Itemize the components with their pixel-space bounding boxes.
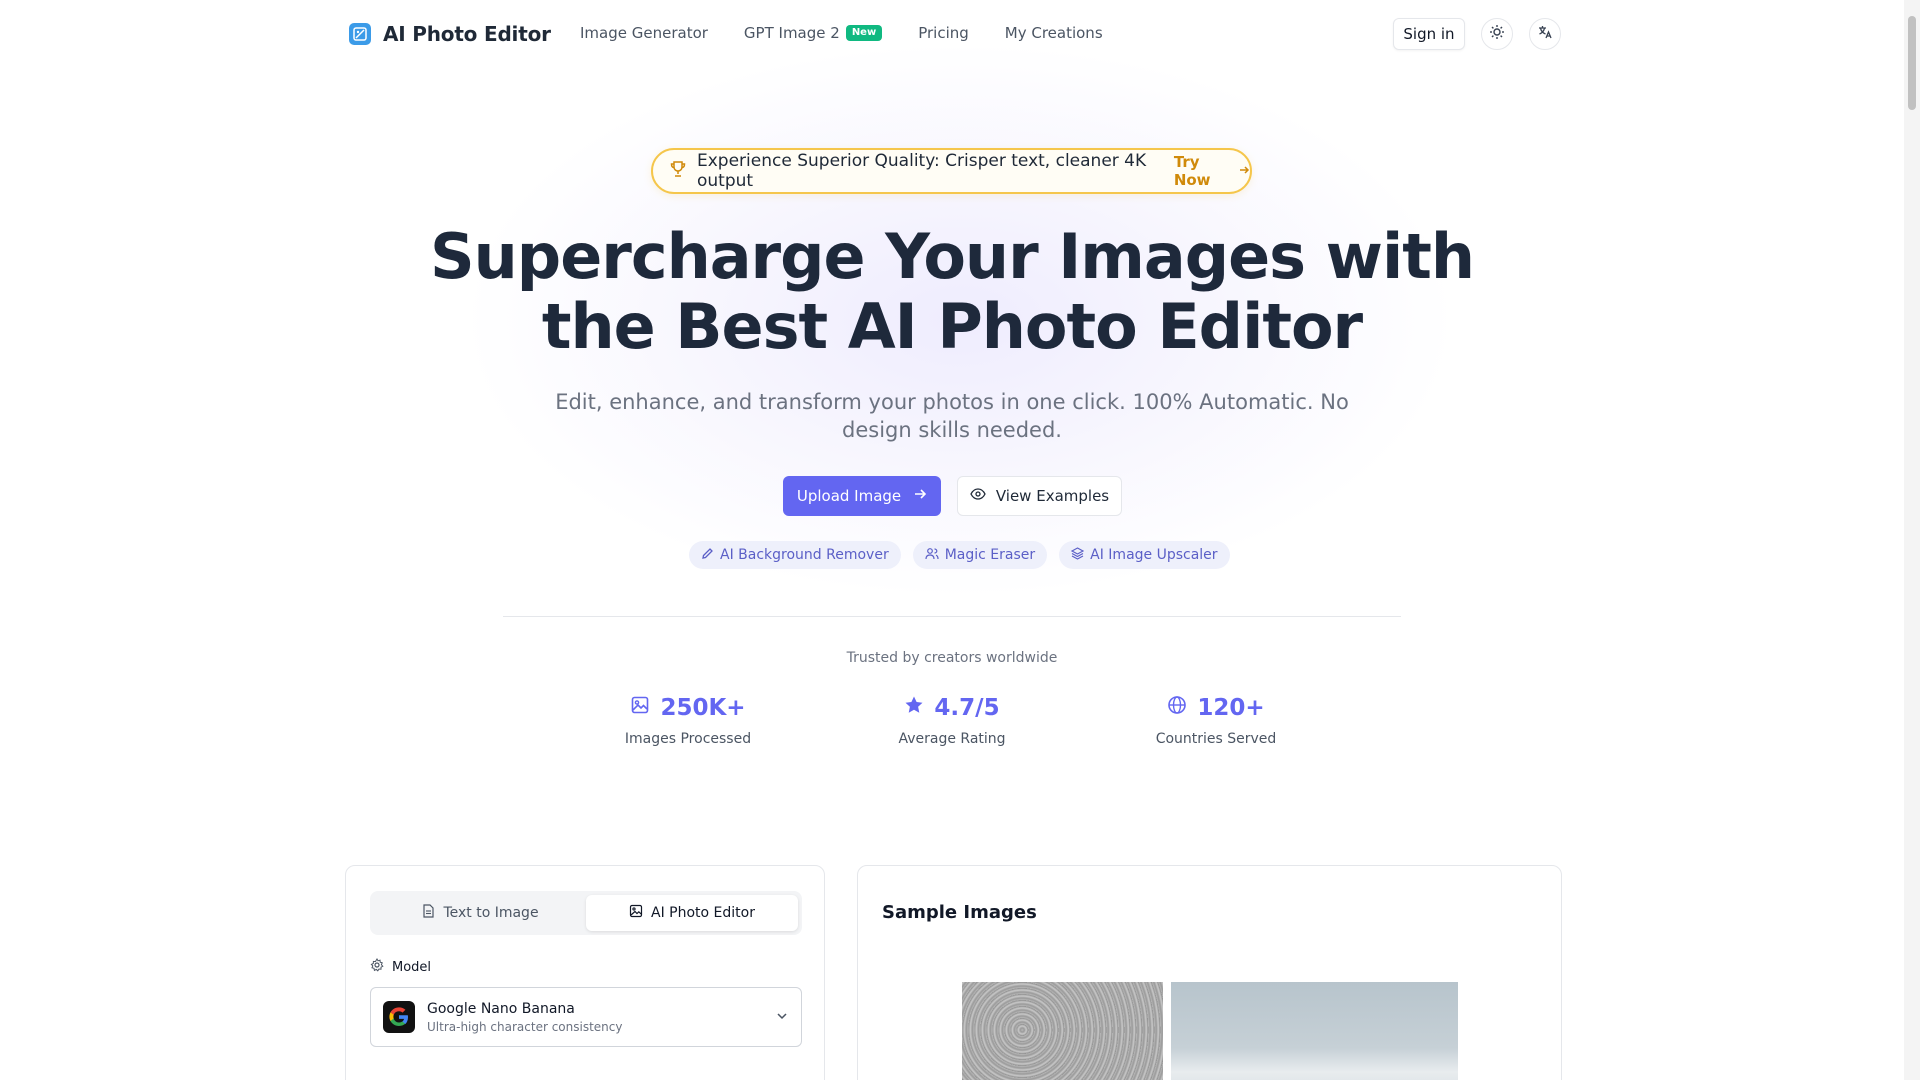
brand-logo[interactable]: AI Photo Editor: [349, 22, 551, 46]
model-text: Google Nano Banana Ultra-high character …: [427, 1001, 622, 1034]
chip-background-remover[interactable]: AI Background Remover: [689, 541, 901, 569]
nav-gpt-image-2[interactable]: GPT Image 2 New: [743, 24, 883, 42]
section-divider: [503, 616, 1401, 617]
eye-icon: [970, 486, 986, 506]
trophy-icon: [669, 160, 687, 182]
stat-value: 120+: [1197, 695, 1265, 721]
model-label: Model: [370, 958, 431, 976]
stat-label: Images Processed: [624, 731, 752, 747]
new-badge: New: [845, 25, 883, 41]
view-examples-label: View Examples: [995, 487, 1110, 505]
image-icon: [629, 904, 643, 922]
layers-icon: [1070, 546, 1085, 564]
top-nav: AI Photo Editor Image Generator GPT Imag…: [0, 0, 1904, 68]
chevron-down-icon: [775, 1008, 789, 1027]
pencil-icon: [701, 547, 714, 564]
sample-images-title: Sample Images: [882, 902, 1037, 923]
tab-text-to-image[interactable]: Text to Image: [374, 895, 586, 931]
stat-label: Average Rating: [898, 731, 1006, 747]
tab-ai-photo-editor[interactable]: AI Photo Editor: [586, 895, 798, 931]
stat-value: 250K+: [660, 695, 746, 721]
stat-countries-served: 120+ Countries Served: [1096, 695, 1336, 747]
model-label-text: Model: [392, 959, 432, 975]
sample-image-texture[interactable]: [962, 982, 1163, 1080]
editor-panel: Text to Image AI Photo Editor Model Goog…: [345, 865, 825, 1080]
translate-icon: [1537, 24, 1553, 44]
tab-label: AI Photo Editor: [651, 905, 755, 921]
stat-images-processed: 250K+ Images Processed: [568, 695, 808, 747]
nav-link-label: Pricing: [918, 24, 969, 42]
tab-label: Text to Image: [443, 905, 539, 921]
promo-banner[interactable]: Experience Superior Quality: Crisper tex…: [651, 148, 1252, 194]
hero-title: Supercharge Your Images with the Best AI…: [400, 222, 1504, 362]
chip-image-upscaler[interactable]: AI Image Upscaler: [1059, 541, 1230, 569]
brand-name: AI Photo Editor: [383, 22, 551, 46]
nav-link-label: My Creations: [1004, 24, 1103, 42]
sample-images-panel: Sample Images: [857, 865, 1562, 1080]
hero-title-line2: the Best AI Photo Editor: [541, 290, 1363, 363]
star-icon: [904, 695, 924, 721]
stat-label: Countries Served: [1155, 731, 1277, 747]
document-icon: [421, 904, 435, 922]
upload-image-button[interactable]: Upload Image: [783, 476, 941, 516]
stat-value: 4.7/5: [934, 695, 1000, 721]
arrow-right-icon: [913, 487, 927, 505]
chip-label: AI Background Remover: [720, 547, 889, 563]
hero-title-line1: Supercharge Your Images with: [430, 220, 1475, 293]
users-icon: [925, 547, 939, 564]
promo-text: Experience Superior Quality: Crisper tex…: [697, 151, 1147, 191]
model-description: Ultra-high character consistency: [427, 1019, 623, 1034]
page-scrollbar[interactable]: [1904, 0, 1920, 1080]
image-icon: [630, 695, 650, 721]
chip-label: Magic Eraser: [944, 547, 1036, 563]
mode-tabs: Text to Image AI Photo Editor: [370, 891, 802, 935]
sample-image-sky[interactable]: [1171, 982, 1458, 1080]
globe-icon: [1167, 695, 1187, 721]
language-button[interactable]: [1529, 18, 1561, 50]
chip-label: AI Image Upscaler: [1090, 547, 1218, 563]
gear-icon: [370, 958, 384, 976]
nav-links: Image Generator GPT Image 2 New Pricing M…: [580, 24, 1103, 42]
hero-subtitle: Edit, enhance, and transform your photos…: [555, 390, 1349, 442]
trusted-heading: Trusted by creators worldwide: [846, 650, 1058, 666]
sign-in-button[interactable]: Sign in: [1393, 18, 1465, 50]
chip-magic-eraser[interactable]: Magic Eraser: [912, 541, 1048, 569]
view-examples-button[interactable]: View Examples: [957, 476, 1122, 516]
arrow-right-icon: [1238, 162, 1250, 180]
try-now-label: Try Now: [1173, 153, 1211, 189]
sun-icon: [1489, 24, 1505, 44]
try-now-link[interactable]: Try Now: [1174, 153, 1250, 189]
stat-average-rating: 4.7/5 Average Rating: [832, 695, 1072, 747]
scrollbar-thumb[interactable]: [1908, 16, 1916, 110]
model-name: Google Nano Banana: [427, 1000, 575, 1017]
feature-chips: AI Background Remover Magic Eraser AI Im…: [689, 541, 1230, 569]
upload-image-label: Upload Image: [796, 487, 902, 505]
theme-toggle-button[interactable]: [1481, 18, 1513, 50]
nav-link-label: GPT Image 2: [743, 24, 840, 42]
photo-edit-icon: [349, 23, 371, 45]
nav-my-creations[interactable]: My Creations: [1005, 24, 1103, 42]
nav-link-label: Image Generator: [580, 24, 708, 42]
model-select[interactable]: Google Nano Banana Ultra-high character …: [370, 987, 802, 1047]
nav-pricing[interactable]: Pricing: [918, 24, 969, 42]
google-logo-icon: [383, 1001, 415, 1033]
nav-image-generator[interactable]: Image Generator: [580, 24, 708, 42]
